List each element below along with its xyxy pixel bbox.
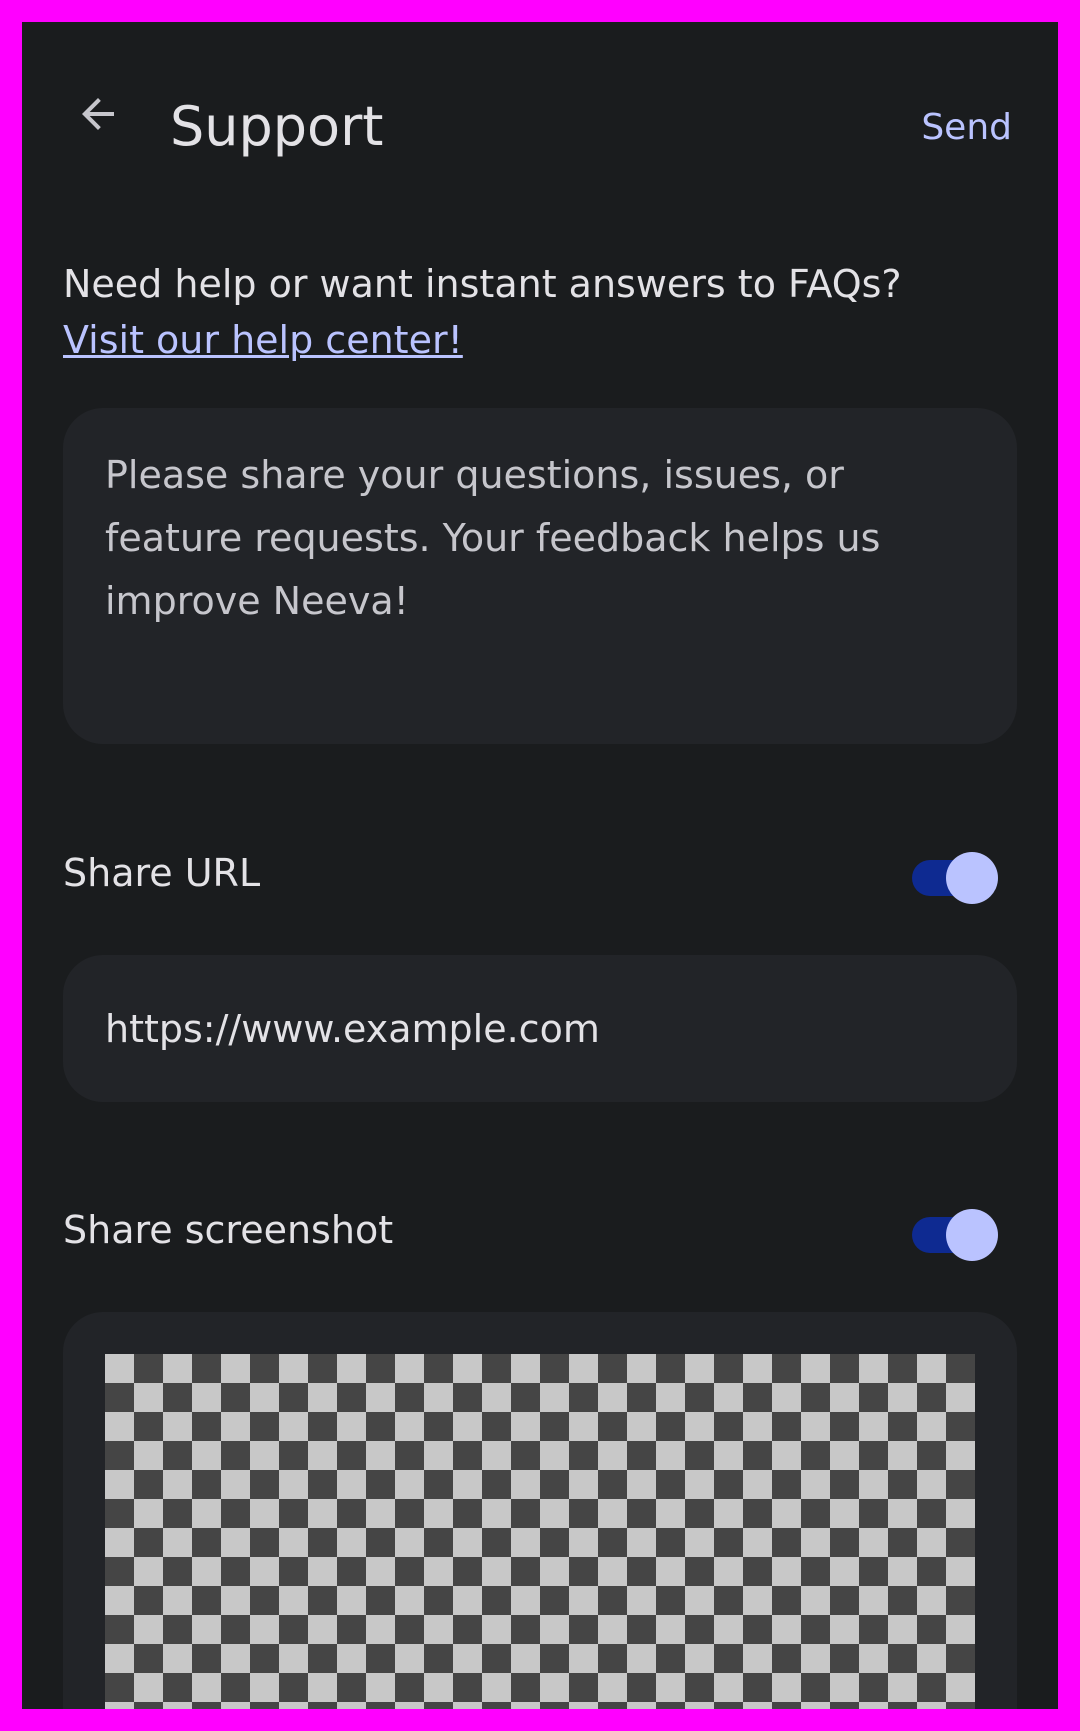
toggle-thumb [946, 852, 998, 904]
screenshot-preview-image[interactable] [105, 1354, 975, 1709]
help-prompt: Need help or want instant answers to FAQ… [63, 262, 902, 306]
feedback-field-container [63, 408, 1017, 744]
arrow-back-icon [82, 98, 114, 130]
feedback-input[interactable] [105, 444, 985, 704]
back-button[interactable] [68, 84, 128, 144]
url-field-container [63, 955, 1017, 1102]
send-button[interactable]: Send [921, 106, 1012, 150]
toggle-thumb [946, 1209, 998, 1261]
share-url-label: Share URL [63, 851, 261, 895]
support-screen: Support Send Need help or want instant a… [22, 22, 1058, 1709]
url-input[interactable] [105, 1001, 975, 1057]
share-url-toggle[interactable] [910, 840, 1002, 904]
screenshot-preview-container [63, 1312, 1017, 1709]
page-title: Support [170, 95, 384, 158]
top-app-bar: Support Send [22, 22, 1058, 192]
share-screenshot-toggle[interactable] [910, 1197, 1002, 1261]
share-screenshot-label: Share screenshot [63, 1208, 394, 1252]
help-center-link[interactable]: Visit our help center! [63, 312, 463, 368]
